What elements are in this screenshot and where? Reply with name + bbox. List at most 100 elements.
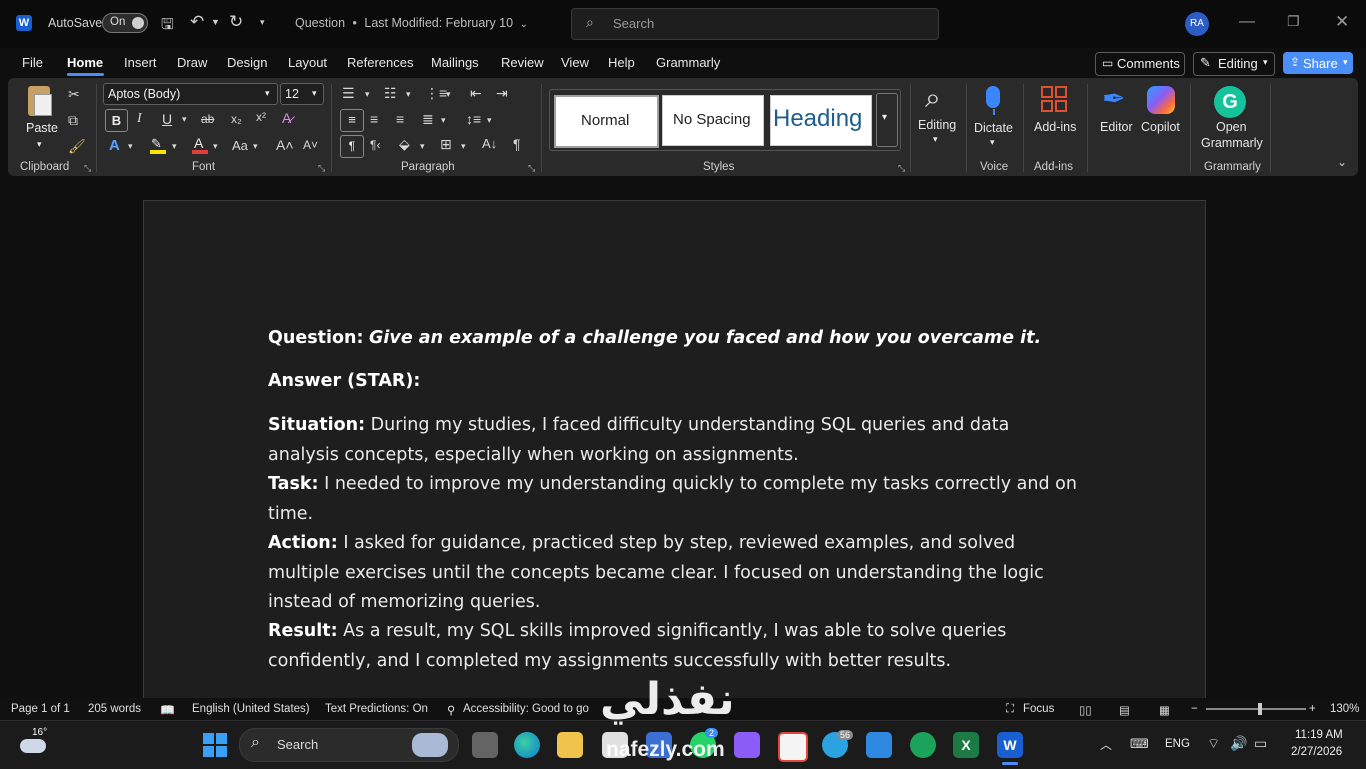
align-right-icon[interactable]: ≡ <box>396 111 404 127</box>
chevron-down-icon[interactable]: ▾ <box>365 89 370 100</box>
clock-date[interactable]: 2/27/2026 <box>1291 746 1342 758</box>
read-mode-icon[interactable]: ▯▯ <box>1079 703 1092 717</box>
situation-paragraph[interactable]: Situation: During my studies, I faced di… <box>268 411 1088 470</box>
styles-more-button[interactable]: ▾ <box>876 93 898 147</box>
chevron-down-icon[interactable]: ▾ <box>420 141 425 152</box>
bold-button[interactable]: B <box>105 109 128 132</box>
subscript-icon[interactable]: x₂ <box>231 112 242 126</box>
battery-icon[interactable]: ▭ <box>1254 735 1267 752</box>
sort-icon[interactable]: A↓ <box>482 136 497 151</box>
page-count[interactable]: Page 1 of 1 <box>11 703 70 715</box>
accessibility-status[interactable]: Accessibility: Good to go <box>463 703 589 715</box>
grow-font-icon[interactable]: A˄ <box>276 137 294 153</box>
change-case-icon[interactable]: Aa <box>232 138 248 153</box>
result-paragraph[interactable]: Result: As a result, my SQL skills impro… <box>268 617 1088 676</box>
highlight-color-icon[interactable]: ✎ <box>150 136 166 154</box>
borders-icon[interactable]: ⊞ <box>440 136 452 153</box>
tab-review[interactable]: Review <box>501 55 544 70</box>
print-layout-icon[interactable]: ▤ <box>1119 703 1130 717</box>
style-normal[interactable]: Normal <box>554 95 659 148</box>
dialog-launcher-icon[interactable]: ⤡ <box>898 163 905 174</box>
show-marks-icon[interactable]: ¶ <box>513 136 521 152</box>
document-page[interactable]: Question: Give an example of a challenge… <box>143 200 1206 699</box>
volume-icon[interactable]: 🔊 <box>1230 735 1247 752</box>
action-paragraph[interactable]: Action: I asked for guidance, practiced … <box>268 529 1088 618</box>
clear-formatting-icon[interactable]: A̷ <box>282 110 291 126</box>
undo-icon[interactable]: ↶ <box>190 12 204 32</box>
photos-icon[interactable] <box>866 732 892 758</box>
open-grammarly-button[interactable]: G Open Grammarly <box>1198 84 1263 156</box>
maps-icon[interactable] <box>910 732 936 758</box>
file-explorer-icon[interactable] <box>557 732 583 758</box>
focus-icon[interactable]: ⛶ <box>1006 703 1014 716</box>
multilevel-list-icon[interactable]: ⋮≡ <box>425 85 447 102</box>
dialog-launcher-icon[interactable]: ⤡ <box>84 163 91 174</box>
font-name-select[interactable]: Aptos (Body) ▾ <box>103 83 278 105</box>
rtl-icon[interactable]: ¶‹ <box>370 138 380 152</box>
justify-icon[interactable]: ≣ <box>422 111 434 128</box>
zoom-out-icon[interactable]: − <box>1191 703 1198 715</box>
zoom-level[interactable]: 130% <box>1330 703 1359 715</box>
cut-icon[interactable]: ✂ <box>68 86 80 103</box>
excel-icon[interactable]: X <box>953 732 979 758</box>
document-title[interactable]: Question • Last Modified: February 10 ⌄ <box>295 16 528 30</box>
style-no-spacing[interactable]: No Spacing <box>662 95 764 146</box>
start-button[interactable] <box>203 733 227 757</box>
copy-icon[interactable]: ⧉ <box>68 112 78 129</box>
increase-indent-icon[interactable]: ⇥ <box>496 85 508 102</box>
autosave-toggle[interactable]: On <box>102 13 148 33</box>
tab-references[interactable]: References <box>347 55 413 70</box>
dictate-button[interactable]: Dictate ▾ <box>972 84 1016 150</box>
font-color-icon[interactable]: A <box>192 135 208 155</box>
visual-studio-icon[interactable] <box>734 732 760 758</box>
share-button[interactable]: ⇪ Share ▾ <box>1283 52 1353 74</box>
chevron-down-icon[interactable]: ▾ <box>182 114 187 125</box>
chevron-down-icon[interactable]: ▾ <box>253 141 258 152</box>
chevron-down-icon[interactable]: ▾ <box>446 89 451 100</box>
proofing-icon[interactable]: 📖 <box>160 703 175 717</box>
decrease-indent-icon[interactable]: ⇤ <box>470 85 482 102</box>
undo-dropdown-icon[interactable]: ▼ <box>211 17 220 27</box>
task-paragraph[interactable]: Task: I needed to improve my understandi… <box>268 470 1088 529</box>
tab-help[interactable]: Help <box>608 55 635 70</box>
focus-button[interactable]: Focus <box>1023 703 1054 715</box>
editor-button[interactable]: ✒ Editor <box>1096 83 1136 144</box>
text-predictions-status[interactable]: Text Predictions: On <box>325 703 428 715</box>
edge-icon[interactable] <box>514 732 540 758</box>
comments-button[interactable]: ▭ Comments <box>1095 52 1185 76</box>
collapse-ribbon-icon[interactable]: ⌄ <box>1337 155 1347 169</box>
tab-design[interactable]: Design <box>227 55 267 70</box>
tab-file[interactable]: File <box>22 55 43 70</box>
shrink-font-icon[interactable]: A˅ <box>303 138 318 152</box>
word-count[interactable]: 205 words <box>88 703 141 715</box>
dialog-launcher-icon[interactable]: ⤡ <box>528 163 535 174</box>
align-center-icon[interactable]: ≡ <box>370 111 378 127</box>
web-layout-icon[interactable]: ▦ <box>1159 703 1170 717</box>
copilot-button[interactable]: Copilot <box>1140 84 1184 144</box>
tab-grammarly[interactable]: Grammarly <box>656 55 720 70</box>
word-icon[interactable]: W <box>997 732 1023 758</box>
font-size-select[interactable]: 12 ▾ <box>280 83 324 105</box>
paste-button[interactable]: Paste ▾ <box>22 84 60 150</box>
close-icon[interactable]: ✕ <box>1335 12 1349 32</box>
shading-icon[interactable]: ⬙ <box>399 136 410 153</box>
numbering-icon[interactable]: ☷ <box>384 85 397 102</box>
strikethrough-icon[interactable]: ab <box>201 112 214 126</box>
superscript-icon[interactable]: x² <box>256 110 266 124</box>
language-status[interactable]: English (United States) <box>192 703 310 715</box>
tab-mailings[interactable]: Mailings <box>431 55 479 70</box>
chevron-up-icon[interactable]: ︿ <box>1100 736 1112 753</box>
chevron-down-icon[interactable]: ▾ <box>406 89 411 100</box>
line-spacing-icon[interactable]: ↕≡ <box>466 111 481 127</box>
question-paragraph[interactable]: Question: Give an example of a challenge… <box>268 324 1088 354</box>
chevron-down-icon[interactable]: ▾ <box>487 115 492 126</box>
bullets-icon[interactable]: ☰ <box>342 85 355 102</box>
input-language[interactable]: ENG <box>1165 738 1190 750</box>
editing-button[interactable]: ⌕ Editing ▾ <box>916 82 960 150</box>
tab-draw[interactable]: Draw <box>177 55 207 70</box>
redo-icon[interactable]: ↻ <box>229 12 243 32</box>
restore-icon[interactable]: ❐ <box>1287 13 1300 30</box>
keyboard-icon[interactable]: ⌨ <box>1130 736 1149 752</box>
tab-home[interactable]: Home <box>67 55 103 70</box>
chevron-down-icon[interactable]: ▾ <box>128 141 133 152</box>
